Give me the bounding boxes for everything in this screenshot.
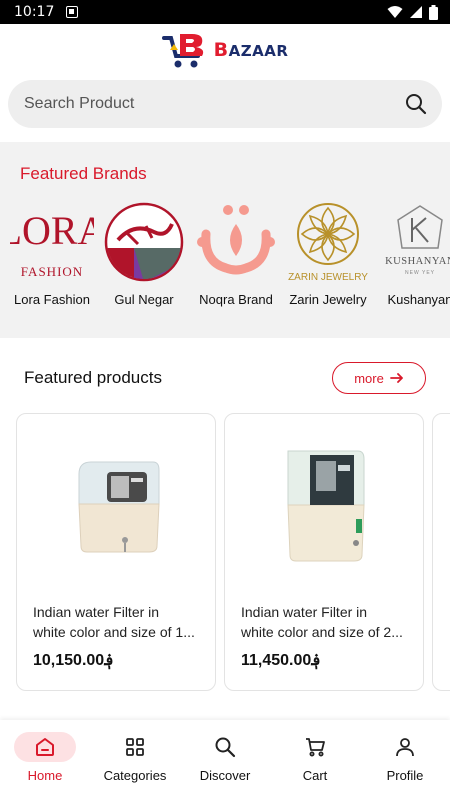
status-bar: 10:17: [0, 0, 450, 24]
gul-negar-logo: [102, 200, 186, 284]
product-list: Indian water Filter in white color and s…: [16, 413, 450, 691]
bazaar-logo[interactable]: BAZAAR: [161, 30, 289, 70]
nav-cart[interactable]: Cart: [270, 720, 360, 800]
nav-label: Categories: [103, 768, 167, 783]
cart-logo-icon: [161, 34, 203, 68]
product-card[interactable]: Indian water Filter in white color and s…: [224, 413, 424, 691]
home-icon: [14, 732, 76, 762]
grid-icon: [104, 732, 166, 762]
brand-item-lora-fashion[interactable]: LORA FASHION Lora Fashion: [10, 200, 94, 307]
nav-label: Profile: [386, 768, 424, 783]
kushanyan-logo: KUSHANYAN NEW YEY: [378, 200, 450, 284]
brand-name: Kushanyan: [387, 292, 450, 307]
featured-brands-section: Featured Brands LORA FASHION Lora Fashio…: [0, 142, 450, 338]
noqra-brand-logo: [194, 200, 278, 284]
product-price: 10,150.00؋: [33, 652, 114, 669]
svg-text:KUSHANYAN: KUSHANYAN: [385, 256, 450, 267]
product-image: [225, 414, 423, 594]
brand-name: Gul Negar: [114, 292, 174, 307]
search-bar[interactable]: [8, 80, 442, 128]
brand-item-kushanyan[interactable]: KUSHANYAN NEW YEY Kushanyan: [378, 200, 450, 307]
brand-name: Noqra Brand: [199, 292, 273, 307]
brand-name: Lora Fashion: [14, 292, 90, 307]
more-label: more: [354, 370, 384, 386]
brand-item-gul-negar[interactable]: Gul Negar: [102, 200, 186, 307]
nav-categories[interactable]: Categories: [90, 720, 180, 800]
svg-text:LORA: LORA: [10, 208, 94, 253]
app-header: BAZAAR: [0, 24, 450, 76]
status-time: 10:17: [14, 4, 55, 20]
wifi-icon: [387, 6, 403, 18]
featured-products-title: Featured products: [24, 368, 162, 387]
brand-item-noqra-brand[interactable]: Noqra Brand: [194, 200, 278, 307]
nav-profile[interactable]: Profile: [360, 720, 450, 800]
nav-label: Cart: [302, 768, 328, 783]
zarin-jewelry-logo: ZARIN JEWELRY: [286, 200, 370, 284]
cart-icon: [284, 732, 346, 762]
brand-list: LORA FASHION Lora Fashion: [10, 200, 450, 307]
product-card[interactable]: Indian water Filter in white color and s…: [16, 413, 216, 691]
product-name: Indian water Filter in white color and s…: [33, 604, 195, 640]
brand-name: Zarin Jewelry: [289, 292, 367, 307]
status-icons: [387, 4, 438, 20]
bottom-navigation: Home Categories Discover Cart Profile: [0, 720, 450, 800]
search-icon[interactable]: [404, 92, 428, 116]
svg-text:FASHION: FASHION: [21, 264, 83, 279]
search-input[interactable]: [24, 95, 404, 113]
lora-fashion-logo: LORA FASHION: [10, 200, 94, 284]
product-name: Indian water Filter in white color and s…: [241, 604, 403, 640]
nav-label: Home: [27, 768, 63, 783]
brand-item-zarin-jewelry[interactable]: ZARIN JEWELRY Zarin Jewelry: [286, 200, 370, 307]
logo-wordmark: BAZAAR: [213, 39, 289, 61]
search-icon: [194, 732, 256, 762]
svg-text:NEW YEY: NEW YEY: [405, 270, 435, 276]
signal-icon: [410, 6, 422, 18]
svg-text:ZARIN JEWELRY: ZARIN JEWELRY: [288, 272, 368, 283]
battery-icon: [429, 4, 438, 20]
product-image: [17, 414, 215, 594]
nav-home[interactable]: Home: [0, 720, 90, 800]
nav-discover[interactable]: Discover: [180, 720, 270, 800]
product-price: 11,450.00؋: [241, 652, 321, 669]
product-card-partial[interactable]: [432, 413, 450, 691]
person-icon: [374, 732, 436, 762]
arrow-right-icon: [389, 373, 403, 383]
nav-label: Discover: [199, 768, 251, 783]
featured-brands-title: Featured Brands: [20, 164, 147, 183]
notification-icon: [66, 6, 79, 18]
more-button[interactable]: more: [332, 362, 426, 394]
